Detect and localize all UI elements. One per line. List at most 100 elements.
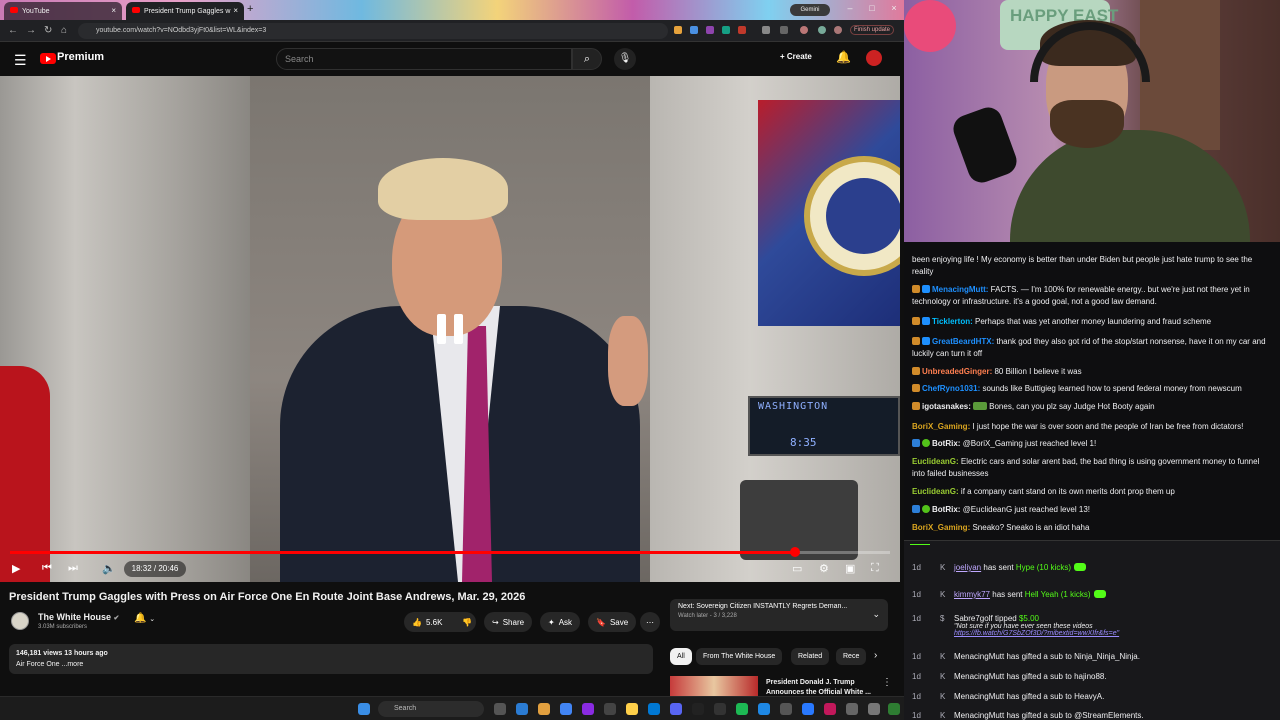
channel-avatar[interactable] (11, 612, 29, 630)
reload-icon[interactable]: ↻ (44, 25, 52, 36)
fullscreen-icon[interactable]: ⛶ (871, 562, 879, 575)
event-user[interactable]: joeliyan (954, 563, 981, 572)
event-user[interactable]: Sabre7golf (954, 614, 993, 623)
app-icon[interactable] (582, 703, 594, 715)
video-player[interactable]: WASHINGTON 8:35 (0, 76, 900, 582)
home-icon[interactable]: ⌂ (61, 25, 67, 36)
chat-username[interactable]: BotRix: (932, 439, 960, 448)
description-box[interactable]: 146,181 views 13 hours ago Air Force One… (9, 644, 653, 674)
youtube-premium-logo[interactable]: Premium (57, 51, 104, 63)
video-scrubber-handle[interactable] (789, 547, 800, 557)
extension-icon[interactable] (706, 26, 714, 34)
chat-username[interactable]: igotasnakes: (922, 402, 971, 411)
app-icon[interactable] (604, 703, 616, 715)
profile-icon[interactable] (818, 26, 826, 34)
chat-username[interactable]: MenacingMutt: (932, 285, 988, 294)
create-button[interactable]: + Create (780, 52, 812, 61)
chevron-right-icon[interactable]: › (874, 650, 877, 661)
app-icon[interactable] (758, 703, 770, 715)
chat-username[interactable]: BotRix: (932, 505, 960, 514)
tab-youtube[interactable]: YouTube × (4, 2, 122, 20)
chip-recent[interactable]: Rece (836, 648, 867, 665)
minimize-icon[interactable]: – (842, 3, 858, 13)
notifications-bell-icon[interactable]: 🔔 (836, 50, 851, 64)
event-user[interactable]: MenacingMutt (954, 692, 1004, 701)
search-input[interactable]: Search (276, 48, 572, 70)
event-user[interactable]: MenacingMutt (954, 672, 1004, 681)
subscribed-bell-button[interactable]: 🔔 ⌄ (134, 613, 155, 624)
back-icon[interactable]: ← (8, 25, 18, 36)
chevron-down-icon[interactable]: ⌄ (872, 609, 880, 620)
more-actions-button[interactable]: ⋯ (640, 612, 660, 632)
extension-icon[interactable] (674, 26, 682, 34)
gemini-button[interactable]: Gemini (790, 4, 830, 16)
chat-username[interactable]: EuclideanG: (912, 487, 959, 496)
app-icon[interactable] (648, 703, 660, 715)
event-user[interactable]: kimmyk77 (954, 590, 990, 599)
spotify-icon[interactable] (736, 703, 748, 715)
app-icon[interactable] (802, 703, 814, 715)
sidebar-icon[interactable] (780, 26, 788, 34)
captions-icon[interactable]: ▭ (792, 562, 802, 575)
miniplayer-icon[interactable]: ▣ (845, 562, 855, 575)
voice-search-button[interactable]: 🎙 (614, 48, 636, 70)
finish-update-button[interactable]: Finish update (850, 25, 895, 35)
windows-start-icon[interactable] (358, 703, 370, 715)
app-icon[interactable] (888, 703, 900, 715)
app-icon[interactable] (868, 703, 880, 715)
previous-icon[interactable]: ⏮ (42, 562, 52, 575)
account-avatar[interactable] (866, 50, 882, 66)
event-user[interactable]: MenacingMutt (954, 711, 1004, 720)
chat-username[interactable]: BoriX_Gaming: (912, 523, 970, 532)
extension-icon[interactable] (722, 26, 730, 34)
tip-link[interactable]: https://fb.watch/G7SbZOf3D/?mibextid=wwX… (912, 630, 1274, 637)
extensions-puzzle-icon[interactable] (762, 26, 770, 34)
url-field[interactable]: youtube.com/watch?v=NOdbd3yjFt0&list=WL&… (78, 23, 668, 39)
extension-icon[interactable] (738, 26, 746, 34)
extension-icon[interactable] (690, 26, 698, 34)
chip-from-channel[interactable]: From The White House (696, 648, 783, 665)
app-icon[interactable] (824, 703, 836, 715)
forward-icon[interactable]: → (26, 25, 36, 36)
youtube-logo-icon[interactable] (40, 53, 56, 64)
edge-icon[interactable] (516, 703, 528, 715)
close-tab-icon[interactable]: × (233, 6, 238, 15)
chat-username[interactable]: EuclideanG: (912, 457, 959, 466)
app-icon[interactable] (714, 703, 726, 715)
playlist-next-panel[interactable]: Next: Sovereign Citizen INSTANTLY Regret… (670, 599, 888, 631)
chat-username[interactable]: ChefRyno1031: (922, 384, 980, 393)
settings-gear-icon[interactable]: ⚙ (819, 562, 829, 575)
taskbar-search[interactable]: Search (378, 701, 484, 717)
ask-button[interactable]: ✦ Ask (540, 612, 581, 632)
video-progress-bar[interactable] (10, 547, 890, 557)
play-icon[interactable]: ▶ (12, 562, 20, 575)
save-button[interactable]: 🔖 Save (588, 612, 637, 632)
new-tab-button[interactable]: + (247, 3, 253, 15)
chat-username[interactable]: GreatBeardHTX: (932, 337, 994, 346)
maximize-icon[interactable]: □ (864, 3, 880, 13)
pause-overlay-icon[interactable] (437, 314, 463, 344)
close-tab-icon[interactable]: × (111, 6, 116, 15)
chat-username[interactable]: Ticklerton: (932, 317, 973, 326)
chip-related[interactable]: Related (791, 648, 830, 665)
tab-video[interactable]: President Trump Gaggles w × (126, 2, 244, 20)
dislike-button[interactable]: 👎 (458, 612, 478, 632)
close-window-icon[interactable]: × (886, 3, 902, 13)
app-icon[interactable] (846, 703, 858, 715)
more-vert-icon[interactable]: ⋮ (882, 677, 892, 688)
channel-name[interactable]: The White House ✔ (38, 612, 119, 622)
chat-username[interactable]: UnbreadedGinger: (922, 367, 992, 376)
share-button[interactable]: ↪ Share (484, 612, 533, 632)
chip-all[interactable]: All (670, 648, 692, 665)
event-user[interactable]: MenacingMutt (954, 652, 1004, 661)
search-button[interactable]: ⌕ (572, 48, 602, 70)
discord-icon[interactable] (670, 703, 682, 715)
next-icon[interactable]: ⏭ (68, 562, 78, 575)
menu-icon[interactable]: ☰ (14, 52, 27, 69)
recommended-title[interactable]: President Donald J. Trump Announces the … (766, 678, 876, 698)
chrome-icon[interactable] (538, 703, 550, 715)
volume-icon[interactable]: 🔈 (102, 562, 116, 575)
app-icon[interactable] (780, 703, 792, 715)
task-view-icon[interactable] (494, 703, 506, 715)
app-icon[interactable] (560, 703, 572, 715)
